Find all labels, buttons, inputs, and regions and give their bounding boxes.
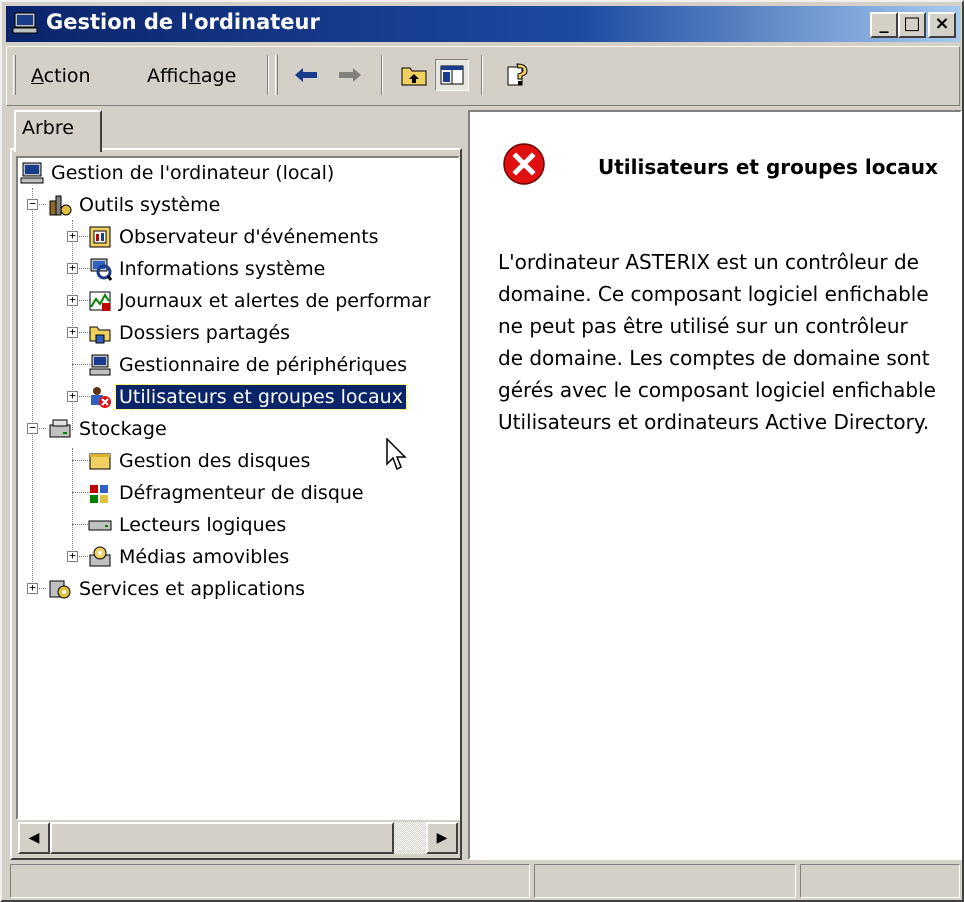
back-button[interactable] — [289, 59, 323, 91]
tree-item-observateur[interactable]: Observateur d'événements — [88, 222, 382, 252]
minimize-icon: _ — [879, 13, 889, 34]
tree-item-root[interactable]: Gestion de l'ordinateur (local) — [20, 158, 337, 188]
status-bar-panel-3 — [800, 864, 960, 898]
tree-item-disques[interactable]: Gestion des disques — [88, 446, 313, 476]
scroll-right-icon: ▶ — [436, 830, 448, 846]
device-manager-icon — [89, 354, 111, 376]
tree-item-utilisateurs[interactable]: Utilisateurs et groupes locaux — [88, 382, 407, 412]
forward-arrow-icon — [339, 68, 361, 82]
collapse-outils-toggle[interactable]: − — [27, 198, 38, 210]
expand-observateur-toggle[interactable]: + — [67, 230, 78, 242]
detail-pane: Utilisateurs et groupes locaux L'ordinat… — [468, 110, 962, 860]
scroll-left-button[interactable]: ◀ — [18, 822, 50, 854]
toolbar-separator — [267, 55, 269, 95]
scroll-right-button[interactable]: ▶ — [426, 822, 458, 854]
toolbar-grip[interactable] — [275, 55, 278, 95]
computer-icon — [20, 162, 44, 184]
tree-item-journaux[interactable]: Journaux et alertes de performar — [88, 286, 434, 316]
mouse-cursor-icon — [386, 438, 407, 471]
collapse-stockage-toggle[interactable]: − — [27, 422, 38, 434]
scroll-left-icon: ◀ — [28, 830, 40, 846]
shared-folder-icon — [89, 326, 111, 344]
error-icon — [503, 143, 545, 185]
defrag-icon — [90, 485, 108, 503]
removable-media-icon — [89, 546, 111, 567]
tree-item-defrag[interactable]: Défragmenteur de disque — [88, 478, 367, 508]
close-button[interactable]: × — [928, 12, 956, 38]
expand-journaux-toggle[interactable]: + — [67, 294, 78, 306]
system-info-icon — [90, 258, 112, 281]
tree-line — [72, 448, 73, 556]
menu-action[interactable]: Action — [31, 65, 91, 87]
disk-management-icon — [89, 453, 111, 470]
detail-message: L'ordinateur ASTERIX est un contrôleur d… — [498, 250, 936, 434]
computer-management-window: Gestion de l'ordinateur _ □ × Action Aff… — [0, 0, 964, 902]
title-bar[interactable]: Gestion de l'ordinateur _ □ × — [6, 6, 960, 42]
tree-item-lecteurs[interactable]: Lecteurs logiques — [88, 510, 289, 540]
show-hide-tree-button[interactable] — [435, 59, 469, 91]
users-error-icon — [91, 387, 111, 408]
tools-icon — [49, 195, 72, 216]
up-one-level-button[interactable] — [397, 59, 431, 91]
tree-pane-icon — [440, 65, 464, 85]
toolbar: Action Affichage — [6, 46, 960, 106]
expand-dossiers-toggle[interactable]: + — [67, 326, 78, 338]
expand-medias-toggle[interactable]: + — [67, 550, 78, 562]
close-icon: × — [934, 13, 950, 34]
expand-informations-toggle[interactable]: + — [67, 262, 78, 274]
event-viewer-icon — [89, 226, 111, 248]
tree-item-services[interactable]: Services et applications — [48, 574, 308, 604]
tree-item-dossiers[interactable]: Dossiers partagés — [88, 318, 293, 348]
computer-icon — [12, 12, 38, 34]
tab-arbre[interactable]: Arbre — [14, 110, 102, 152]
services-icon — [49, 580, 71, 599]
expand-services-toggle[interactable]: + — [27, 582, 38, 594]
toolbar-separator — [481, 55, 483, 95]
tree-item-gestionnaire[interactable]: Gestionnaire de périphériques — [88, 350, 410, 380]
performance-icon — [89, 291, 111, 311]
tree-item-outils[interactable]: Outils système — [48, 190, 223, 220]
logical-drive-icon — [88, 520, 112, 531]
status-bar-panel-2 — [534, 864, 796, 898]
help-icon — [507, 63, 528, 86]
tree-item-medias[interactable]: Médias amovibles — [88, 542, 292, 572]
detail-title: Utilisateurs et groupes locaux — [598, 155, 938, 179]
console-tree[interactable]: − + + + + + − + + Gestion de l'ordinateu… — [16, 156, 460, 820]
folder-up-icon — [401, 67, 427, 86]
minimize-button[interactable]: _ — [870, 12, 898, 38]
forward-button[interactable] — [333, 59, 367, 91]
window-title: Gestion de l'ordinateur — [46, 10, 320, 34]
status-bar-panel-1 — [10, 864, 530, 898]
maximize-icon: □ — [903, 13, 921, 34]
expand-utilisateurs-toggle[interactable]: + — [67, 390, 78, 402]
menu-affichage[interactable]: Affichage — [147, 65, 236, 87]
storage-icon — [49, 419, 71, 438]
scroll-thumb[interactable] — [50, 822, 394, 854]
maximize-button[interactable]: □ — [898, 12, 926, 38]
tree-item-informations[interactable]: Informations système — [88, 254, 328, 284]
tree-horizontal-scrollbar[interactable]: ◀ ▶ — [18, 822, 458, 854]
back-arrow-icon — [295, 68, 317, 82]
toolbar-grip[interactable] — [13, 55, 16, 95]
help-button[interactable] — [501, 59, 535, 91]
toolbar-separator — [381, 55, 383, 95]
tree-item-stockage[interactable]: Stockage — [48, 414, 170, 444]
tree-line — [32, 188, 33, 588]
